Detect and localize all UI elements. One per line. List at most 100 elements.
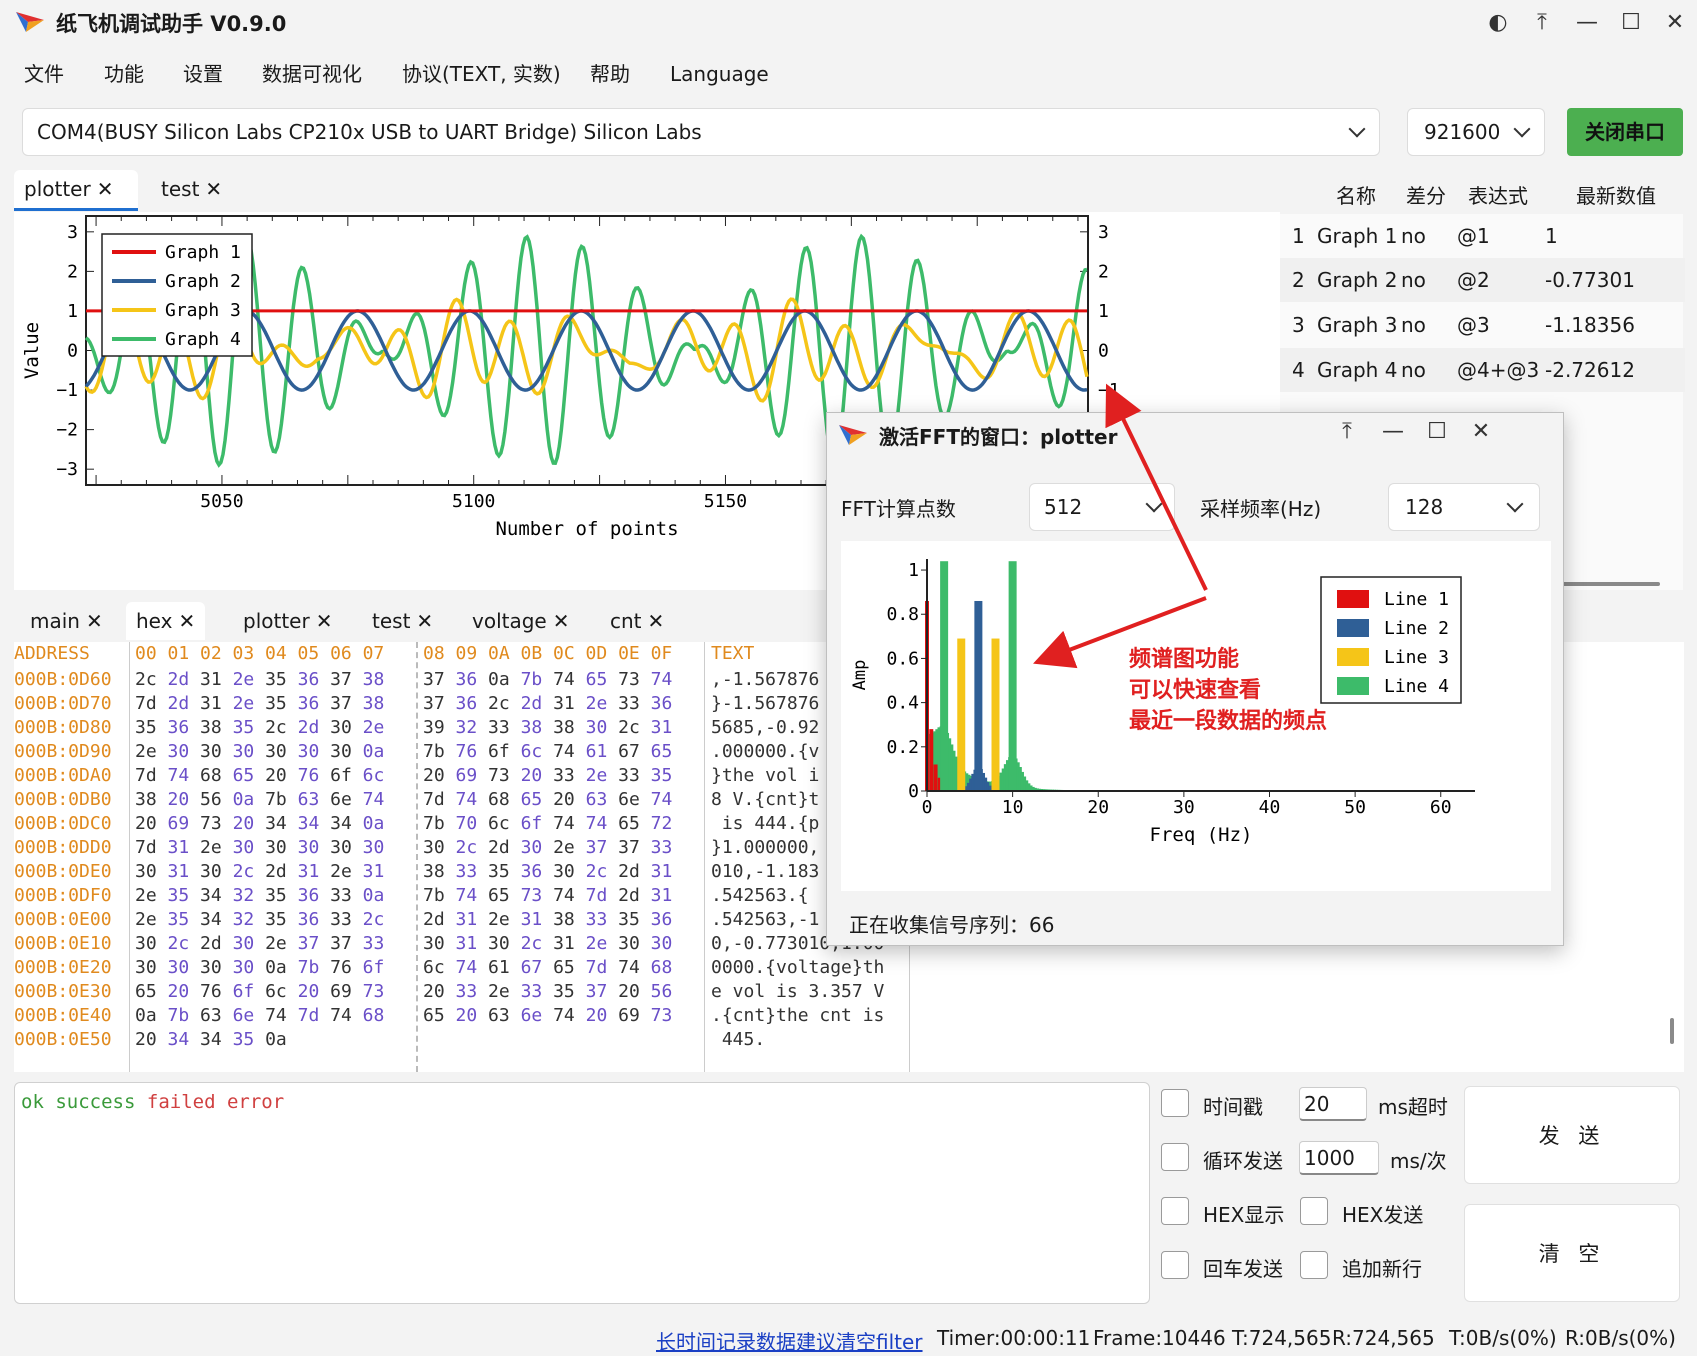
hex-display-checkbox[interactable] (1161, 1197, 1189, 1225)
hex-bytes-low: 0a 7b 63 6e 74 7d 74 68 (135, 1005, 385, 1026)
column-divider (704, 642, 705, 1072)
x-tick-label: 5150 (704, 491, 747, 512)
sample-rate-select[interactable]: 128 (1388, 483, 1540, 531)
table-row[interactable]: 2 Graph 2 no @2 -0.77301 (1280, 258, 1685, 302)
tab-plotter-data[interactable]: plotter ✕ (233, 602, 342, 640)
fft-points-select[interactable]: 512 (1029, 483, 1175, 531)
maximize-icon[interactable]: ☐ (1611, 6, 1651, 40)
table-row[interactable]: 3 Graph 3 no @3 -1.18356 (1280, 303, 1685, 347)
row-diff: no (1401, 224, 1426, 248)
loop-send-checkbox[interactable] (1161, 1143, 1189, 1171)
spectrum-peak-bar (957, 638, 966, 791)
send-textarea[interactable]: ok success failed error (14, 1082, 1150, 1304)
menu-function[interactable]: 功能 (104, 54, 144, 94)
console-failed: failed (146, 1091, 216, 1113)
timeout-unit: ms超时 (1378, 1095, 1448, 1119)
theme-toggle-icon[interactable]: ◐ (1478, 6, 1518, 40)
tab-voltage[interactable]: voltage ✕ (462, 602, 580, 640)
tab-main[interactable]: main ✕ (20, 602, 113, 640)
minimize-icon[interactable]: — (1567, 6, 1607, 40)
close-tab-icon[interactable]: ✕ (205, 177, 222, 201)
close-tab-icon[interactable]: ✕ (86, 609, 103, 633)
hex-address: 000B:0D80 (14, 717, 112, 738)
row-value: 1 (1545, 224, 1558, 248)
close-icon[interactable]: ✕ (1655, 6, 1695, 40)
loop-send-label: 循环发送 (1203, 1149, 1283, 1173)
close-tab-icon[interactable]: ✕ (97, 177, 114, 201)
tab-hex[interactable]: hex ✕ (126, 602, 206, 640)
hex-bytes-low: 38 20 56 0a 7b 63 6e 74 (135, 789, 385, 810)
spectrum-peak-bar (991, 638, 1000, 791)
plot-tab-bar: plotter ✕ test ✕ (14, 168, 1274, 211)
hex-bytes-high: 30 2c 2d 30 2e 37 37 33 (423, 837, 673, 858)
hex-text: is 444.{p (711, 813, 820, 834)
timeout-input[interactable]: 20 (1299, 1087, 1367, 1121)
legend-label: Line 3 (1384, 647, 1449, 668)
close-tab-icon[interactable]: ✕ (416, 609, 433, 633)
x-axis-label: Number of points (495, 518, 678, 540)
close-tab-icon[interactable]: ✕ (553, 609, 570, 633)
tab-test[interactable]: test ✕ (151, 170, 232, 208)
close-tab-icon[interactable]: ✕ (316, 609, 333, 633)
y-tick-label: 0 (908, 781, 919, 802)
close-port-button[interactable]: 关闭串口 (1567, 108, 1683, 156)
x-tick-label: 5050 (200, 491, 243, 512)
close-icon[interactable]: ✕ (1461, 415, 1501, 449)
y-tick-label: 2 (67, 261, 78, 282)
table-header: 名称 差分 表达式 最新数值 (1280, 168, 1683, 214)
menu-language[interactable]: Language (670, 54, 769, 94)
filter-hint-link[interactable]: 长时间记录数据建议清空filter (656, 1326, 923, 1355)
hex-send-checkbox[interactable] (1300, 1197, 1328, 1225)
address-header: ADDRESS (14, 643, 90, 664)
menu-settings[interactable]: 设置 (183, 54, 223, 94)
close-tab-icon[interactable]: ✕ (178, 609, 195, 633)
chevron-down-icon (1506, 495, 1524, 513)
legend-label: Line 2 (1384, 618, 1449, 639)
x-tick-label: 60 (1430, 797, 1452, 818)
crlf-send-checkbox[interactable] (1161, 1251, 1189, 1279)
hex-bytes-low: 2c 2d 31 2e 35 36 37 38 (135, 669, 385, 690)
pin-top-icon[interactable]: ⤒ (1327, 415, 1367, 449)
table-row[interactable]: 4 Graph 4 no @4+@3 -2.72612 (1280, 348, 1685, 392)
y-tick-label: 0.4 (886, 693, 919, 714)
close-tab-icon[interactable]: ✕ (648, 609, 665, 633)
hex-bytes-low: 2e 30 30 30 30 30 30 0a (135, 741, 385, 762)
hex-address: 000B:0E00 (14, 909, 112, 930)
hex-bytes-low: 65 20 76 6f 6c 20 69 73 (135, 981, 385, 1002)
send-button[interactable]: 发 送 (1464, 1086, 1680, 1184)
tab-test-data[interactable]: test ✕ (362, 602, 443, 640)
hex-bytes-low: 20 34 34 35 0a (135, 1029, 287, 1050)
hex-bytes-low: 7d 74 68 65 20 76 6f 6c (135, 765, 385, 786)
baud-select[interactable]: 921600 (1407, 108, 1545, 156)
chevron-down-icon (1348, 120, 1366, 138)
row-expr: @4+@3 (1457, 358, 1540, 382)
row-value: -2.72612 (1545, 358, 1635, 382)
timestamp-checkbox[interactable] (1161, 1089, 1189, 1117)
hex-text: .000000.{v (711, 741, 820, 762)
loop-unit: ms/次 (1390, 1149, 1447, 1173)
pin-top-icon[interactable]: ⤒ (1522, 6, 1562, 40)
loop-interval-input[interactable]: 1000 (1299, 1141, 1379, 1175)
hex-text: .542563,-1 (711, 909, 820, 930)
menu-protocol[interactable]: 协议(TEXT, 实数) (402, 54, 561, 94)
hex-bytes-low: 2e 35 34 32 35 36 33 2c (135, 909, 385, 930)
clear-button[interactable]: 清 空 (1464, 1204, 1680, 1302)
table-row[interactable]: 1 Graph 1 no @1 1 (1280, 214, 1685, 258)
hex-bytes-high: 37 36 2c 2d 31 2e 33 36 (423, 693, 673, 714)
maximize-icon[interactable]: ☐ (1417, 415, 1457, 449)
hex-address: 000B:0DB0 (14, 789, 112, 810)
minimize-icon[interactable]: — (1373, 415, 1413, 449)
hex-bytes-high: 7b 76 6f 6c 74 61 67 65 (423, 741, 673, 762)
tab-cnt[interactable]: cnt ✕ (600, 602, 674, 640)
menu-visualization[interactable]: 数据可视化 (262, 54, 362, 94)
hex-bytes-low: 30 30 30 30 0a 7b 76 6f (135, 957, 385, 978)
col-name-header: 名称 (1336, 184, 1376, 208)
tab-plotter[interactable]: plotter ✕ (14, 170, 138, 211)
col-expr-header: 表达式 (1468, 184, 1528, 208)
port-select[interactable]: COM4(BUSY Silicon Labs CP210x USB to UAR… (22, 108, 1380, 156)
crlf-send-label: 回车发送 (1203, 1257, 1283, 1281)
menu-help[interactable]: 帮助 (590, 54, 630, 94)
vertical-scrollbar[interactable] (1670, 1018, 1674, 1044)
menu-file[interactable]: 文件 (24, 54, 64, 94)
append-newline-checkbox[interactable] (1300, 1251, 1328, 1279)
